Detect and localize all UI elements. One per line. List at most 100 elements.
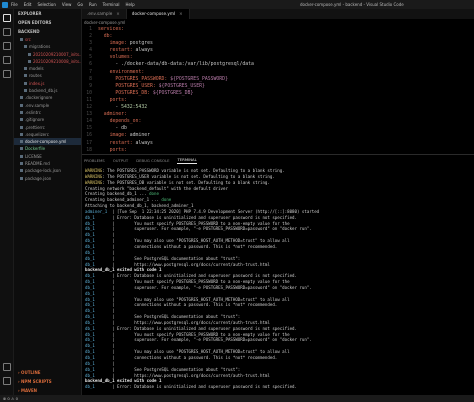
menu-item-go[interactable]: Go	[77, 2, 83, 7]
file-tree-item[interactable]: models	[14, 65, 81, 72]
file-name: docker-compose.yml	[25, 139, 67, 145]
code-token: POSTGRES_DB:	[115, 90, 150, 96]
file-name: LICENSE	[25, 153, 42, 159]
code-line: 8 POSTGRES_PASSWORD: ${POSTGRES_PASSWORD…	[82, 76, 474, 83]
file-tree-item[interactable]: backend_db.js	[14, 87, 81, 94]
file-tree-item[interactable]: migrations	[14, 43, 81, 50]
run-debug-icon[interactable]	[2, 56, 11, 64]
file-tree-item[interactable]: .sequelizerc	[14, 131, 81, 138]
file-name: package.json	[25, 175, 52, 181]
code-editor[interactable]: 1 services: 2 db: 3 image: postgres 4 restar…	[82, 26, 474, 154]
menu-item-edit[interactable]: Edit	[24, 2, 32, 7]
code-token: ${POSTGRES_USER}	[155, 83, 205, 89]
terminal-token: backend_db_1 exited with code 1	[85, 267, 162, 273]
file-tree-item[interactable]: LICENSE	[14, 153, 81, 160]
explorer-title: EXPLORER	[18, 11, 42, 16]
file-tree-item[interactable]: .dockerignore	[14, 94, 81, 101]
menu-item-file[interactable]: File	[11, 2, 18, 7]
file-icon	[20, 169, 23, 173]
open-editors-section[interactable]: OPEN EDITORS	[14, 18, 81, 27]
project-section[interactable]: BACKEND	[14, 27, 81, 36]
line-text: - 5432:5432	[98, 104, 474, 111]
code-line: 15 - db	[82, 125, 474, 132]
status-bar[interactable]: ⊗ 0 ⚠ 0	[0, 395, 474, 402]
terminal-token: | https://www.postgresql.org/docs/curren…	[94, 372, 270, 378]
file-tree-item[interactable]: README.md	[14, 160, 81, 167]
line-number: 2	[89, 34, 92, 40]
terminal-token: db_1	[85, 243, 95, 249]
file-tree-item[interactable]: .env.sample	[14, 102, 81, 109]
line-number: 10	[86, 90, 92, 96]
section-maven[interactable]: › MAVEN	[14, 386, 82, 395]
file-tree-item[interactable]: src	[14, 36, 81, 43]
account-icon[interactable]	[3, 363, 11, 371]
line-text: ports:	[98, 97, 474, 104]
terminal-token: |	[94, 343, 115, 349]
panel-tab-problems[interactable]: PROBLEMS	[84, 158, 105, 164]
terminal-token: db_1	[85, 296, 95, 302]
section-npm-scripts[interactable]: › NPM SCRIPTS	[14, 377, 82, 386]
explorer-icon[interactable]	[2, 14, 11, 22]
menu-item-run[interactable]: Run	[89, 2, 97, 7]
code-line: 10 POSTGRES_DB: ${POSTGRES_DB}	[82, 90, 474, 97]
menu-item-help[interactable]: Help	[126, 2, 135, 7]
editor-tab[interactable]: .env.sample ×	[82, 9, 127, 19]
search-icon[interactable]	[2, 28, 11, 36]
close-icon[interactable]: ×	[179, 11, 183, 16]
terminal-token: | See PostgreSQL documentation about "tr…	[94, 314, 241, 320]
panel-tab-debug-console[interactable]: DEBUG CONSOLE	[136, 158, 169, 164]
source-control-icon[interactable]	[2, 42, 11, 50]
terminal-output[interactable]: WARNING: The POSTGRES_PASSWORD variable …	[82, 166, 474, 390]
code-token: always	[132, 48, 153, 54]
code-token: ${POSTGRES_DB}	[149, 90, 194, 96]
line-text: adminer:	[98, 111, 474, 118]
file-tree-item[interactable]: package-lock.json	[14, 167, 81, 174]
code-token: postgres	[126, 41, 153, 47]
file-tree-item[interactable]: .gitignore	[14, 116, 81, 123]
terminal-token: db_1	[85, 279, 95, 285]
terminal-token: | superuser. For example, "-e POSTGRES_P…	[94, 226, 312, 232]
file-tree-item[interactable]: Dockerfile	[14, 145, 81, 152]
panel-tab-output[interactable]: OUTPUT	[113, 158, 128, 164]
terminal-token: backend_db_1 exited with code 1	[85, 378, 162, 384]
terminal-token: |	[94, 249, 115, 255]
file-tree-item[interactable]: .eslintrc	[14, 109, 81, 116]
terminal-token: db_1	[85, 273, 95, 279]
extensions-icon[interactable]	[2, 70, 11, 78]
terminal-token: db_1	[85, 238, 95, 244]
editor-tab[interactable]: docker-compose.yml ×	[126, 9, 190, 19]
line-text: restart: always	[98, 140, 474, 147]
terminal-token: db_1	[85, 261, 95, 267]
panel-tab-terminal[interactable]: TERMINAL	[177, 157, 197, 164]
code-token: adminer:	[103, 112, 127, 118]
menu-item-terminal[interactable]: Terminal	[103, 2, 120, 7]
terminal-token: db_1	[85, 325, 95, 331]
line-text: services:	[98, 26, 474, 33]
file-tree-item[interactable]: 20210209210008_inits...	[14, 58, 81, 65]
close-icon[interactable]: ×	[116, 11, 120, 16]
terminal-token: | https://www.postgresql.org/docs/curren…	[94, 261, 270, 267]
file-icon	[20, 125, 23, 129]
section-outline[interactable]: › OUTLINE	[14, 368, 82, 377]
menu-item-view[interactable]: View	[62, 2, 72, 7]
terminal-token: db_1	[85, 337, 95, 343]
file-tree-item[interactable]: .prettierrc	[14, 124, 81, 131]
terminal-token: |	[94, 290, 115, 296]
file-icon	[20, 140, 23, 144]
code-token: ${POSTGRES_PASSWORD}	[167, 76, 228, 82]
file-tree-item[interactable]: docker-compose.yml	[14, 138, 81, 146]
menu-item-selection[interactable]: Selection	[37, 2, 55, 7]
activity-bar	[0, 9, 14, 395]
file-name: .sequelizerc	[25, 131, 49, 137]
line-text: - ./docker-data/db-data:/var/lib/postgre…	[98, 61, 474, 68]
file-name: 20210209210007_inits...	[33, 51, 81, 57]
file-tree-item[interactable]: routes	[14, 72, 81, 79]
gear-icon[interactable]	[3, 377, 11, 385]
vscode-logo-icon	[2, 1, 8, 8]
line-text: depends_on:	[98, 118, 474, 125]
file-tree-item[interactable]: 20210209210007_inits...	[14, 51, 81, 58]
file-tree-item[interactable]: index.js	[14, 80, 81, 87]
code-line: 18 ports:	[82, 147, 474, 154]
file-tree-item[interactable]: package.json	[14, 175, 81, 182]
